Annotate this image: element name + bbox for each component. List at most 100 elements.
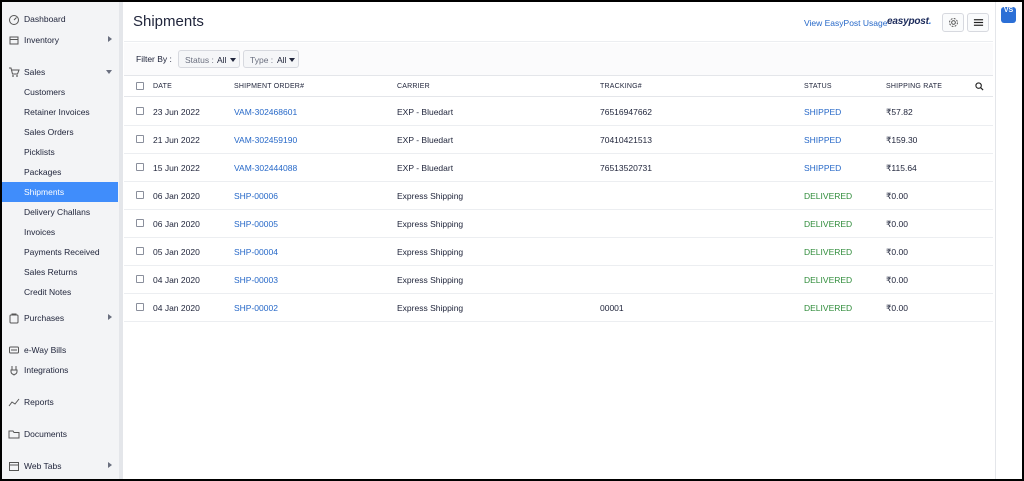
cell-date: 04 Jan 2020 [153,303,200,313]
column-header-tracking[interactable]: TRACKING# [600,83,642,90]
gear-icon [949,18,958,27]
table-row[interactable]: 06 Jan 2020 SHP-00006 Express Shipping DELI… [124,182,993,210]
table-row[interactable]: 23 Jun 2022 VAM-302468601 EXP - Bluedart 76… [124,98,993,126]
search-icon[interactable] [975,82,984,91]
cell-shipping-rate: ₹57.82 [886,107,913,117]
cell-status: DELIVERED [804,219,853,229]
sidebar-sub-label: Retainer Invoices [24,107,90,117]
column-header-shipment-order[interactable]: SHIPMENT ORDER# [234,83,304,90]
filter-bar: Filter By : Status : All Type : All [124,43,993,76]
sidebar-sub-delivery-challans[interactable]: Delivery Challans [2,202,118,222]
row-checkbox[interactable] [136,303,144,311]
chevron-down-icon [106,70,112,74]
row-checkbox[interactable] [136,135,144,143]
chevron-down-icon [289,58,295,62]
chevron-down-icon [230,58,236,62]
cell-tracking: 76513520731 [600,163,653,173]
easypost-usage-link[interactable]: View EasyPost Usage [804,18,887,28]
type-filter-value: All [277,55,287,65]
vs-app-badge[interactable]: VS [1001,7,1016,23]
cell-shipment-order-link[interactable]: SHP-00006 [234,191,278,201]
sidebar-scrollbar[interactable] [119,2,123,479]
sidebar-sub-retainer-invoices[interactable]: Retainer Invoices [2,102,118,122]
cell-status: SHIPPED [804,135,842,145]
column-header-date[interactable]: DATE [153,83,172,90]
more-menu-button[interactable] [967,13,989,32]
sidebar-sub-label: Credit Notes [24,287,72,297]
sidebar-sub-packages[interactable]: Packages [2,162,118,182]
select-all-checkbox[interactable] [136,82,144,90]
sidebar-sub-picklists[interactable]: Picklists [2,142,118,162]
cell-shipment-order-link[interactable]: SHP-00002 [234,303,278,313]
cell-date: 23 Jun 2022 [153,107,200,117]
sidebar-item-label: e-Way Bills [24,345,67,355]
sidebar-item-label: Reports [24,397,54,407]
sidebar-sub-label: Payments Received [24,247,100,257]
settings-button[interactable] [942,13,964,32]
type-filter-dropdown[interactable]: Type : All [243,50,299,68]
sidebar-sub-customers[interactable]: Customers [2,82,118,102]
sidebar-sub-invoices[interactable]: Invoices [2,222,118,242]
sidebar-item-eway-bills[interactable]: e-Way Bills [2,340,118,360]
cell-shipment-order-link[interactable]: VAM-302468601 [234,107,297,117]
row-checkbox[interactable] [136,275,144,283]
cell-carrier: Express Shipping [397,275,464,285]
sidebar-item-label: Inventory [24,35,59,45]
row-checkbox[interactable] [136,247,144,255]
sidebar-item-dashboard[interactable]: Dashboard [2,9,118,29]
row-checkbox[interactable] [136,163,144,171]
status-filter-dropdown[interactable]: Status : All [178,50,240,68]
easypost-logo-text: easypost [887,16,929,27]
column-header-status[interactable]: STATUS [804,83,832,90]
sidebar-sub-sales-orders[interactable]: Sales Orders [2,122,118,142]
web-tabs-icon [9,462,19,471]
chevron-right-icon [108,314,112,320]
hamburger-icon [973,19,984,26]
sidebar-item-web-tabs[interactable]: Web Tabs [2,456,118,476]
cell-status: SHIPPED [804,163,842,173]
column-header-carrier[interactable]: CARRIER [397,83,430,90]
dashboard-icon [9,15,19,25]
easypost-logo: easypost. [887,16,932,27]
row-checkbox[interactable] [136,191,144,199]
sidebar-sub-credit-notes[interactable]: Credit Notes [2,282,118,302]
cell-shipment-order-link[interactable]: VAM-302459190 [234,135,297,145]
row-checkbox[interactable] [136,219,144,227]
cell-shipment-order-link[interactable]: VAM-302444088 [234,163,297,173]
sidebar-item-documents[interactable]: Documents [2,424,118,444]
cell-shipment-order-link[interactable]: SHP-00005 [234,219,278,229]
cell-date: 21 Jun 2022 [153,135,200,145]
sidebar-item-integrations[interactable]: Integrations [2,360,118,380]
sidebar-item-label: Purchases [24,313,65,323]
table-row[interactable]: 15 Jun 2022 VAM-302444088 EXP - Bluedart 76… [124,154,993,182]
sidebar-item-reports[interactable]: Reports [2,392,118,412]
cell-date: 06 Jan 2020 [153,219,200,229]
cell-shipping-rate: ₹0.00 [886,247,908,257]
sidebar-item-purchases[interactable]: Purchases [2,308,118,328]
table-header: DATE SHIPMENT ORDER# CARRIER TRACKING# S… [124,77,993,97]
chevron-right-icon [108,462,112,468]
cell-carrier: Express Shipping [397,219,464,229]
sidebar-sub-payments-received[interactable]: Payments Received [2,242,118,262]
cell-status: DELIVERED [804,275,853,285]
table-row[interactable]: 04 Jan 2020 SHP-00003 Express Shipping DELI… [124,266,993,294]
sidebar-sub-label: Packages [24,167,62,177]
cell-shipment-order-link[interactable]: SHP-00004 [234,247,278,257]
row-checkbox[interactable] [136,107,144,115]
column-header-shipping-rate[interactable]: SHIPPING RATE [886,83,942,90]
main-content: Shipments View EasyPost Usage easypost. … [124,2,993,479]
table-row[interactable]: 04 Jan 2020 SHP-00002 Express Shipping 0000… [124,294,993,322]
sidebar-sub-sales-returns[interactable]: Sales Returns [2,262,118,282]
cell-shipping-rate: ₹159.30 [886,135,918,145]
cell-status: DELIVERED [804,247,853,257]
table-row[interactable]: 05 Jan 2020 SHP-00004 Express Shipping DELI… [124,238,993,266]
sidebar-item-inventory[interactable]: Inventory [2,30,118,50]
sidebar-item-sales[interactable]: Sales [2,62,118,82]
inventory-icon [9,36,19,45]
sidebar-sub-shipments[interactable]: Shipments [2,182,118,202]
table-row[interactable]: 06 Jan 2020 SHP-00005 Express Shipping DELI… [124,210,993,238]
type-filter-key: Type : [250,55,274,65]
cell-shipment-order-link[interactable]: SHP-00003 [234,275,278,285]
table-row[interactable]: 21 Jun 2022 VAM-302459190 EXP - Bluedart 70… [124,126,993,154]
status-filter-value: All [217,55,227,65]
